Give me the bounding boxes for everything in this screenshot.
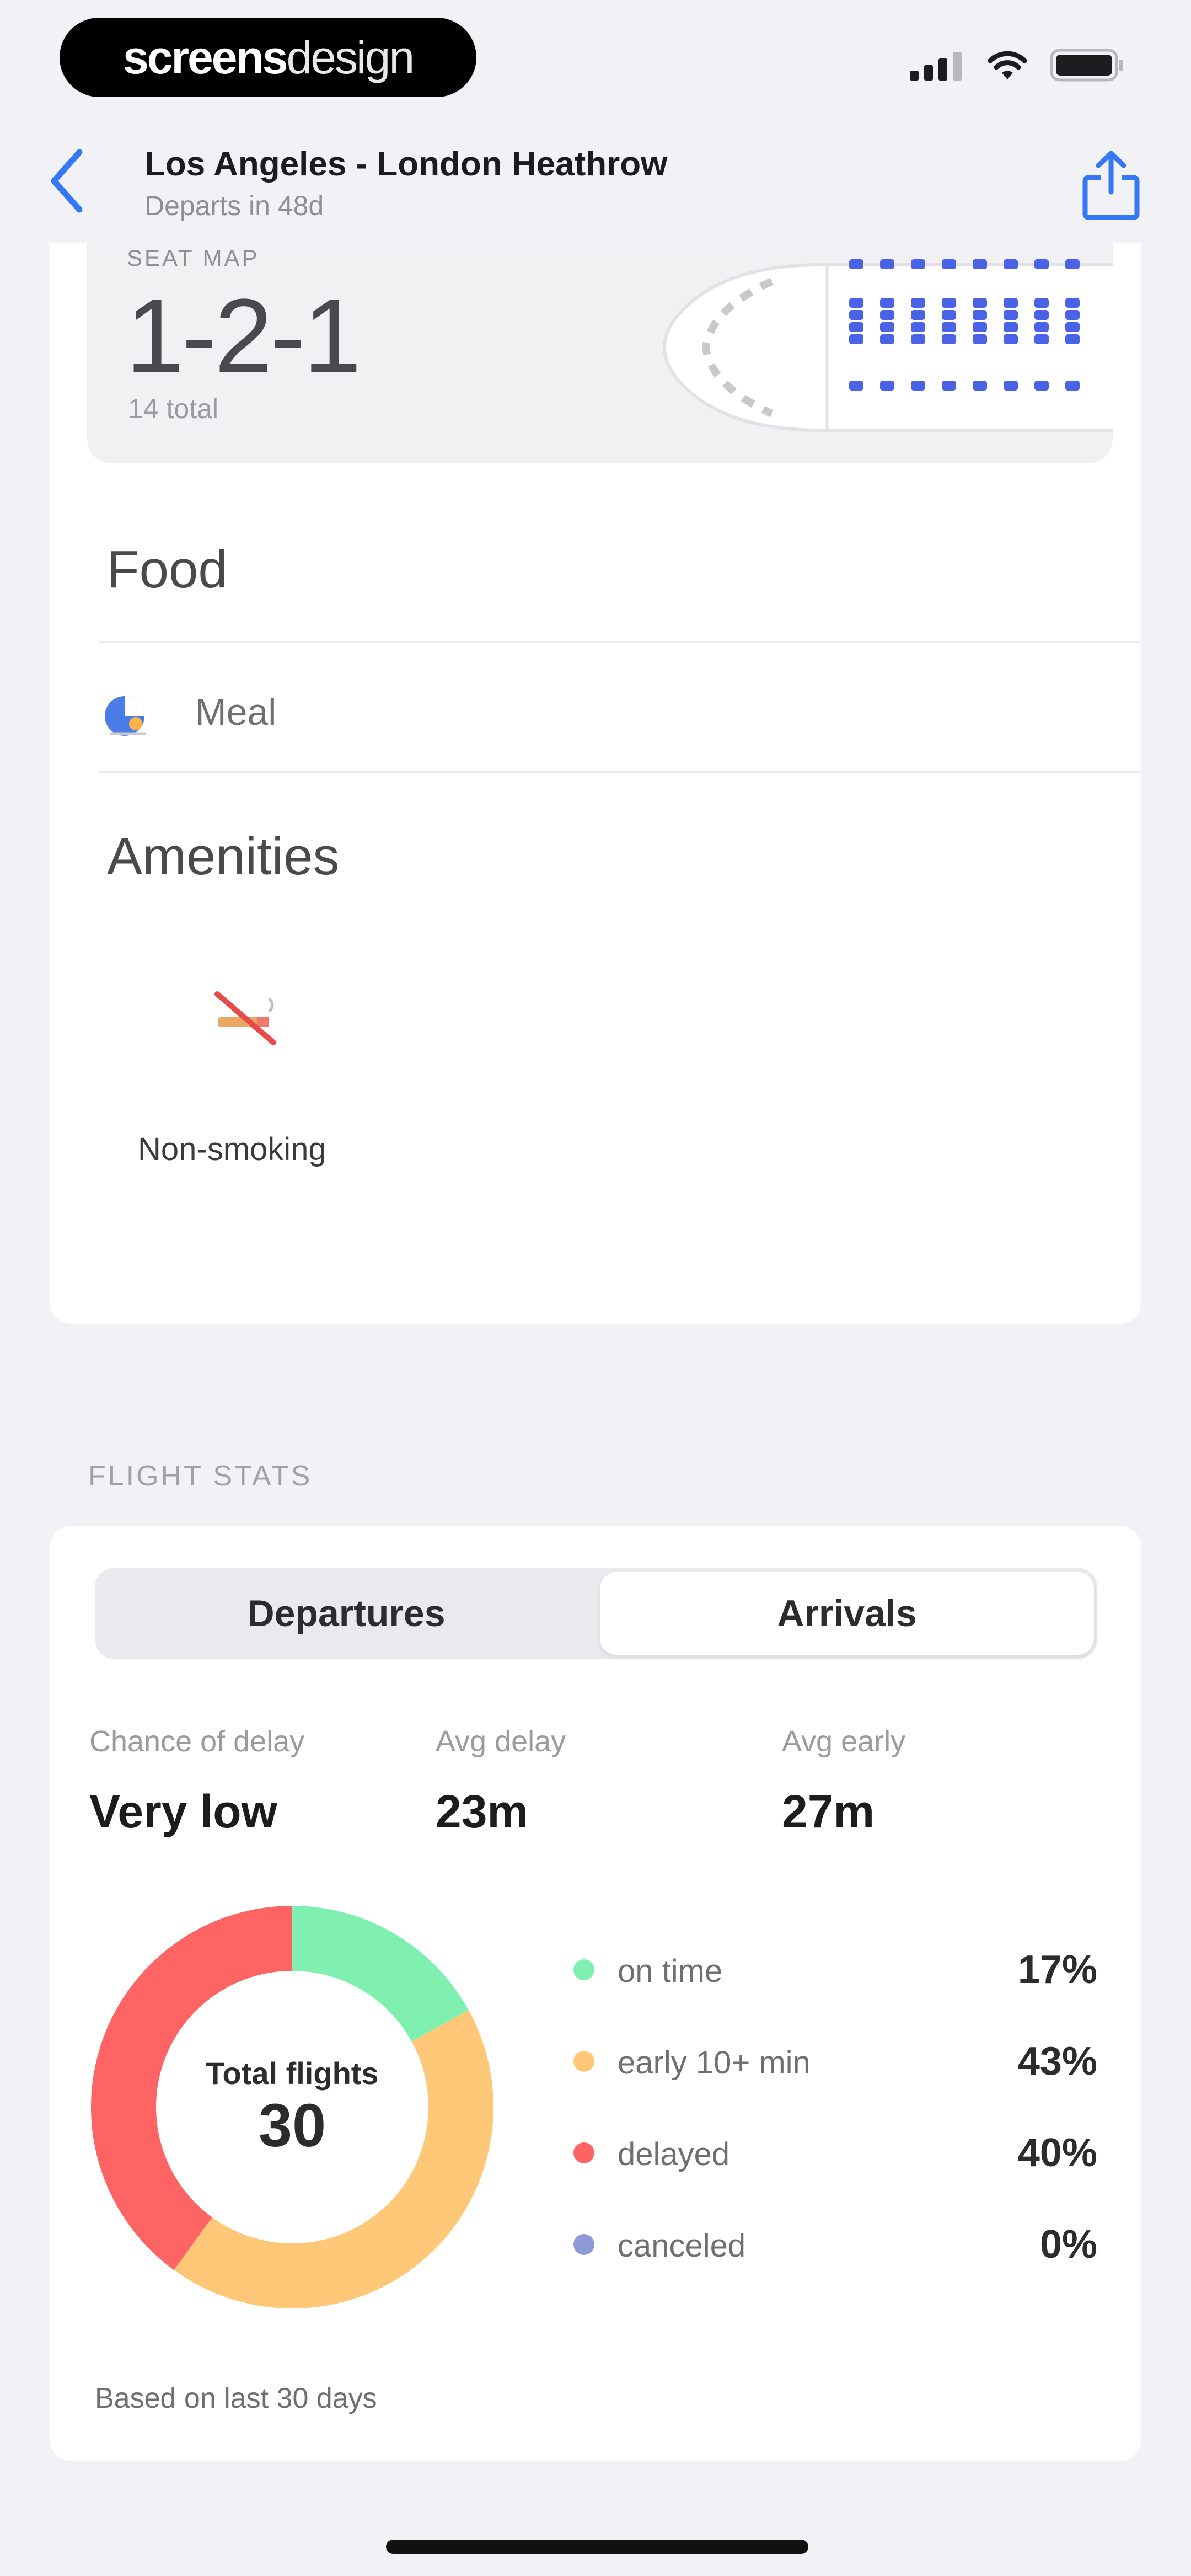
seat-configuration: 1-2-1 xyxy=(126,277,362,394)
no-smoking-label: Non-smoking xyxy=(138,1131,326,1167)
seat-dot xyxy=(880,298,894,308)
food-section-title: Food xyxy=(107,540,228,599)
back-chevron-icon[interactable] xyxy=(45,148,89,214)
seat-dot xyxy=(880,310,894,320)
seat-dot xyxy=(942,310,956,320)
seat-dot xyxy=(880,322,894,332)
seat-total: 14 total xyxy=(128,393,219,424)
battery-icon xyxy=(1050,49,1123,82)
legend-pct-canceled: 0% xyxy=(1039,2222,1097,2267)
seat-dot xyxy=(1004,298,1018,308)
seat-dot xyxy=(911,381,925,391)
wifi-icon xyxy=(988,51,1027,79)
seat-dot xyxy=(1004,259,1018,269)
amenities-section-title: Amenities xyxy=(107,827,340,886)
seat-dot xyxy=(849,310,863,320)
seat-dot xyxy=(1065,381,1080,391)
seat-dot xyxy=(1004,334,1018,344)
avg-early-label: Avg early xyxy=(782,1725,906,1758)
cellular-signal-icon xyxy=(910,52,962,81)
seat-dot xyxy=(849,298,863,308)
seat-dot xyxy=(1034,298,1049,308)
seat-dot xyxy=(1004,310,1018,320)
stats-footnote: Based on last 30 days xyxy=(95,2382,377,2414)
tab-departures[interactable]: Departures xyxy=(99,1572,593,1655)
seat-dot xyxy=(973,298,987,308)
seat-dot xyxy=(911,310,925,320)
seat-dot xyxy=(849,381,863,391)
donut-total-value: 30 xyxy=(258,2092,326,2160)
legend-pct-early: 43% xyxy=(1017,2039,1097,2083)
seat-dot xyxy=(1065,334,1080,344)
chance-of-delay-label: Chance of delay xyxy=(89,1725,305,1758)
seat-dot xyxy=(973,381,987,391)
seat-dot xyxy=(849,334,863,344)
seat-dot xyxy=(1034,310,1049,320)
legend-label-on-time: on time xyxy=(618,1953,723,1989)
meal-divider xyxy=(99,771,1141,773)
legend-label-early: early 10+ min xyxy=(618,2045,811,2081)
seat-dot xyxy=(911,334,925,344)
legend-pct-on-time: 17% xyxy=(1017,1948,1097,1992)
legend-dot-canceled xyxy=(573,2234,594,2255)
seat-dot xyxy=(1065,298,1080,308)
page-title: Los Angeles - London Heathrow xyxy=(144,145,668,183)
flight-stats-heading: FLIGHT STATS xyxy=(88,1460,313,1492)
donut-slice-on-time xyxy=(291,1906,469,2042)
seat-dot xyxy=(911,298,925,308)
seat-dot xyxy=(973,310,987,320)
legend-label-delayed: delayed xyxy=(618,2136,730,2172)
seat-dot xyxy=(849,259,863,269)
seat-dot xyxy=(973,322,987,332)
legend-dot-on-time xyxy=(573,1959,594,1980)
seat-dot xyxy=(1034,381,1049,391)
seat-dot xyxy=(911,259,925,269)
logo-text-light: design xyxy=(286,31,415,83)
seat-dot xyxy=(1004,322,1018,332)
seat-dot xyxy=(942,381,956,391)
seat-dot xyxy=(1034,259,1049,269)
seat-dot xyxy=(880,334,894,344)
meal-icon xyxy=(105,696,146,736)
tab-arrivals[interactable]: Arrivals xyxy=(600,1572,1094,1655)
seat-dot xyxy=(942,322,956,332)
seat-dot xyxy=(880,381,894,391)
seat-dot xyxy=(973,334,987,344)
seat-dot xyxy=(942,334,956,344)
share-icon[interactable] xyxy=(1081,149,1141,221)
legend-dot-early xyxy=(573,2051,594,2072)
departures-arrivals-segmented-control: Departures Arrivals xyxy=(95,1568,1097,1659)
legend-label-canceled: canceled xyxy=(618,2228,746,2264)
seat-section-label: SEAT MAP xyxy=(127,245,260,271)
aircraft-nose xyxy=(663,263,1113,432)
avg-delay-label: Avg delay xyxy=(436,1725,566,1758)
seat-dot xyxy=(1065,259,1080,269)
seat-dot xyxy=(973,259,987,269)
seat-dot xyxy=(849,322,863,332)
home-indicator[interactable] xyxy=(386,2540,808,2554)
aircraft-seat-map-illustration xyxy=(663,259,1113,432)
avg-early-value: 27m xyxy=(782,1786,875,1837)
screensdesign-logo: screens design xyxy=(60,18,476,97)
seat-dot xyxy=(880,259,894,269)
seat-dot xyxy=(1065,322,1080,332)
chance-of-delay-value: Very low xyxy=(89,1786,277,1837)
seat-dot xyxy=(1065,310,1080,320)
food-divider xyxy=(99,641,1141,643)
page-subtitle: Departs in 48d xyxy=(144,190,324,221)
seat-dot xyxy=(1034,322,1049,332)
logo-text-bold: screens xyxy=(122,31,288,83)
seat-dot xyxy=(911,322,925,332)
seat-dot xyxy=(942,298,956,308)
donut-caption: Total flights xyxy=(206,2056,379,2091)
seat-dot xyxy=(1004,381,1018,391)
legend-pct-delayed: 40% xyxy=(1017,2131,1097,2175)
no-smoking-icon xyxy=(214,991,276,1045)
legend-dot-delayed xyxy=(573,2142,594,2163)
seat-dot xyxy=(942,259,956,269)
meal-label: Meal xyxy=(195,691,277,733)
status-icons xyxy=(910,49,1125,82)
avg-delay-value: 23m xyxy=(436,1786,529,1837)
seat-dot xyxy=(1034,334,1049,344)
